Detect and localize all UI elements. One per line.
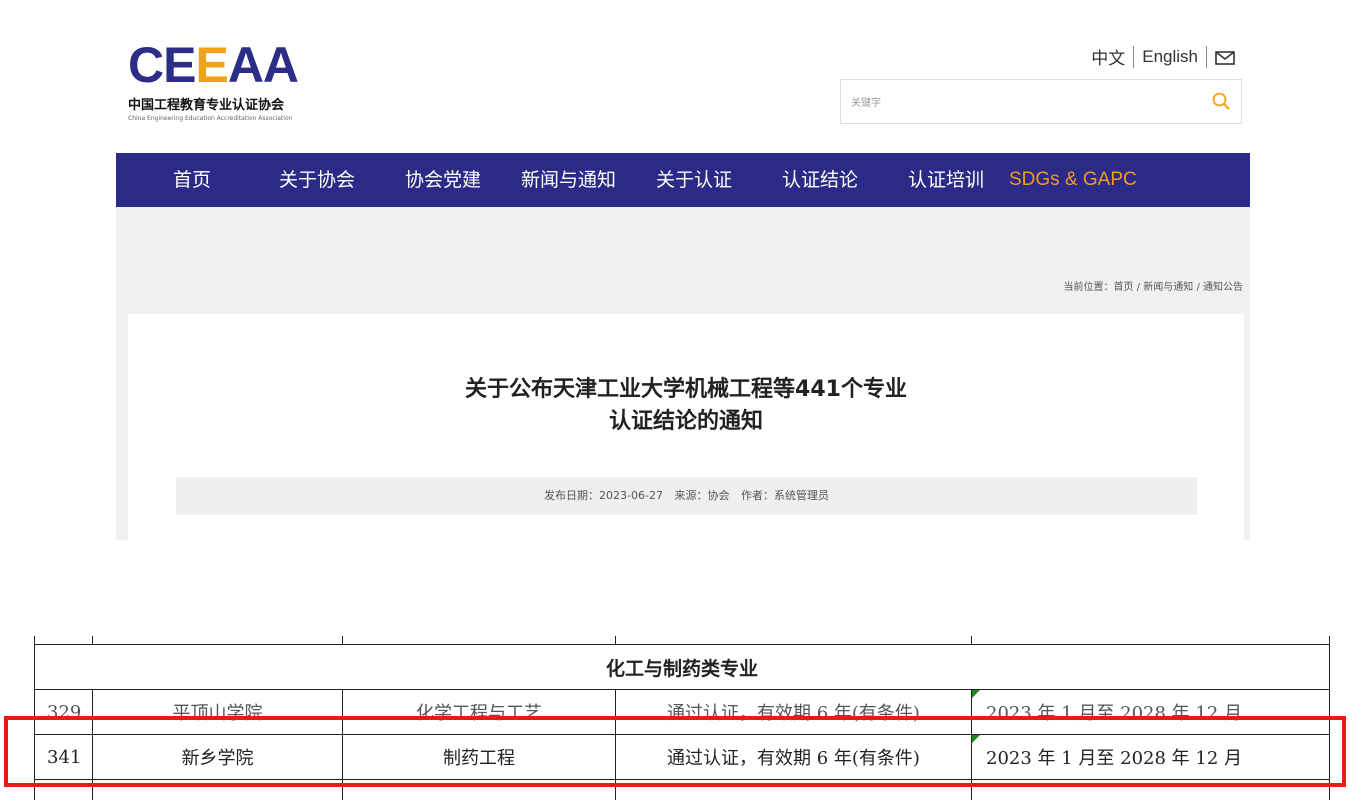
breadcrumb-current-link[interactable]: 通知公告: [1203, 282, 1243, 293]
article-meta: 发布日期：2023-06-27 来源：协会 作者：系统管理员: [176, 477, 1197, 515]
logo-mark: CEEAA: [128, 40, 328, 90]
ceeaa-logo[interactable]: CEEAA 中国工程教育专业认证协会 China Engineering Edu…: [128, 40, 328, 124]
nav-item-about-accreditation[interactable]: 关于认证: [656, 153, 732, 207]
language-switch: 中文 English: [1091, 44, 1235, 69]
publish-date: 发布日期：2023-06-27: [544, 489, 663, 502]
table-row: [35, 636, 1330, 645]
search-icon[interactable]: [1211, 91, 1231, 111]
lang-divider: [1206, 46, 1207, 68]
article-author: 作者：系统管理员: [741, 489, 829, 502]
lang-chinese-link[interactable]: 中文: [1091, 44, 1125, 69]
main-nav: 首页 关于协会 协会党建 新闻与通知 关于认证 认证结论 认证培训 SDGs &…: [116, 153, 1250, 207]
article-source: 来源：协会: [674, 489, 729, 502]
lang-divider: [1133, 46, 1134, 68]
lang-english-link[interactable]: English: [1142, 47, 1198, 67]
nav-item-accreditation-results[interactable]: 认证结论: [782, 153, 858, 207]
highlight-box: [4, 716, 1346, 787]
search-input[interactable]: [849, 92, 1193, 114]
breadcrumb-home-link[interactable]: 首页: [1114, 282, 1134, 293]
table-section-header: 化工与制药类专业: [35, 645, 1330, 690]
nav-item-about-association[interactable]: 关于协会: [279, 153, 355, 207]
article-title: 关于公布天津工业大学机械工程等441个专业 认证结论的通知: [128, 374, 1244, 438]
mail-icon[interactable]: [1215, 50, 1235, 64]
nav-item-sdgs-gapc[interactable]: SDGs & GAPC: [1009, 153, 1137, 207]
nav-item-news[interactable]: 新闻与通知: [521, 153, 616, 207]
nav-item-party-building[interactable]: 协会党建: [405, 153, 481, 207]
logo-chinese-name: 中国工程教育专业认证协会: [128, 94, 328, 113]
nav-item-home[interactable]: 首页: [173, 153, 211, 207]
breadcrumb: 当前位置：首页 / 新闻与通知 / 通知公告: [1064, 278, 1243, 293]
logo-english-name: China Engineering Education Accreditatio…: [128, 115, 328, 122]
breadcrumb-news-link[interactable]: 新闻与通知: [1143, 282, 1193, 293]
search-box: [840, 79, 1242, 124]
nav-item-training[interactable]: 认证培训: [908, 153, 984, 207]
